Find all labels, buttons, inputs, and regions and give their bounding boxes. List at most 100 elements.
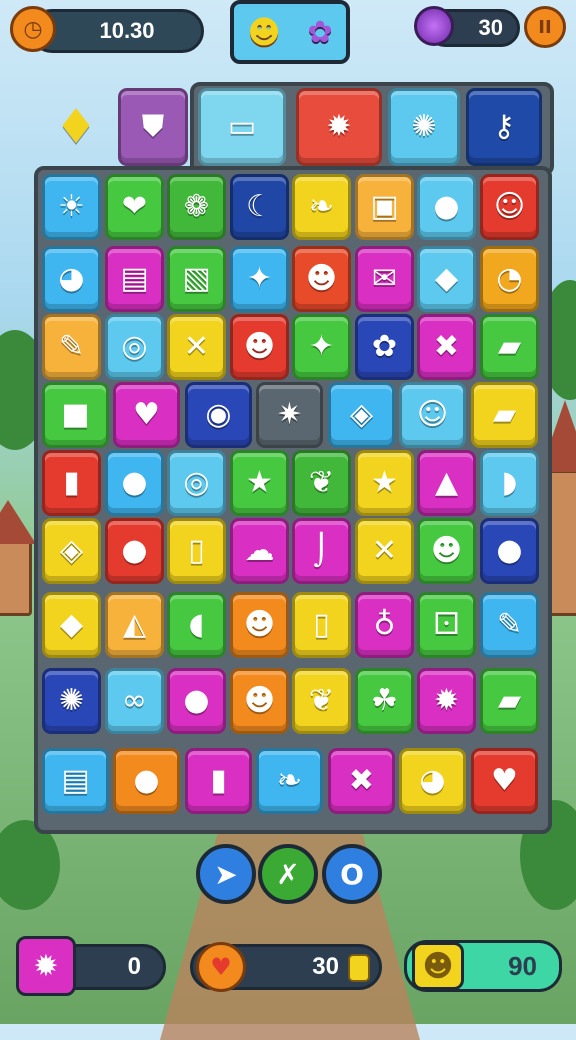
tile-r6c6[interactable]: ⚀ [417,592,476,658]
picture-icon: ▧ [182,261,211,296]
tile-r5c3[interactable]: ☁ [230,518,289,584]
tile-r7c2[interactable]: ● [167,668,226,734]
tile-r1c4[interactable]: ☻ [292,246,351,312]
tile-r6c2[interactable]: ◖ [167,592,226,658]
tile-goal-0[interactable]: ♦ [48,88,104,166]
tile-r2c7[interactable]: ▰ [480,314,539,380]
tile-goal-4[interactable]: ✺ [388,88,460,166]
settings-button[interactable]: ✹ [16,936,76,996]
tile-r0c0[interactable]: ☀ [42,174,101,240]
tile-r2c2[interactable]: ✕ [167,314,226,380]
tile-r1c1[interactable]: ▤ [105,246,164,312]
tile-r3c4[interactable]: ◈ [328,382,395,448]
tile-r5c7[interactable]: ● [480,518,539,584]
tile-goal-5[interactable]: ⚷ [466,88,542,166]
tile-r7c1[interactable]: ∞ [105,668,164,734]
tile-r3c5[interactable]: ☺ [399,382,466,448]
tile-r7c4[interactable]: ❦ [292,668,351,734]
powerup-button-1[interactable]: ✗ [258,844,318,904]
bottom-center-badge [348,954,370,982]
ring-icon: ◎ [121,329,148,364]
tile-r8c0[interactable]: ▤ [42,748,109,814]
tile-r8c5[interactable]: ◕ [399,748,466,814]
book-icon: ▤ [120,261,149,296]
purple-creature-icon: ✿ [307,14,333,50]
tile-r0c2[interactable]: ❁ [167,174,226,240]
tile-r0c3[interactable]: ☾ [230,174,289,240]
tile-r1c2[interactable]: ▧ [167,246,226,312]
tile-r2c3[interactable]: ☻ [230,314,289,380]
shield-heart-button[interactable]: ♥ [196,942,246,992]
leaf-heart-icon: ❤ [121,189,148,224]
tile-r6c5[interactable]: ♁ [355,592,414,658]
powerup-button-0[interactable]: ➤ [196,844,256,904]
tile-r7c0[interactable]: ✺ [42,668,101,734]
tile-r1c7[interactable]: ◔ [480,246,539,312]
bottle-icon: ▰ [497,329,522,364]
powerup-button-2[interactable]: O [322,844,382,904]
tile-r4c5[interactable]: ★ [355,450,414,516]
tile-r5c0[interactable]: ◈ [42,518,101,584]
tile-r7c6[interactable]: ✹ [417,668,476,734]
center-objective-panel[interactable]: ☻ ✿ [230,0,350,64]
tile-r0c4[interactable]: ❧ [292,174,351,240]
tile-r8c2[interactable]: ▮ [185,748,252,814]
tile-r2c0[interactable]: ✎ [42,314,101,380]
tile-r7c3[interactable]: ☻ [230,668,289,734]
tile-r3c6[interactable]: ▰ [471,382,538,448]
tile-r5c1[interactable]: ● [105,518,164,584]
tile-goal-2[interactable]: ▭ [198,88,286,166]
tile-r1c6[interactable]: ◆ [417,246,476,312]
tile-r4c1[interactable]: ● [105,450,164,516]
tile-r3c2[interactable]: ◉ [185,382,252,448]
tile-r7c5[interactable]: ☘ [355,668,414,734]
tag-icon: ◖ [188,607,205,642]
envelope-icon: ✉ [371,261,398,296]
tile-r3c3[interactable]: ✷ [256,382,323,448]
tile-r4c3[interactable]: ★ [230,450,289,516]
tile-r3c0[interactable]: ■ [42,382,109,448]
tile-r8c4[interactable]: ✖ [328,748,395,814]
paw-icon: ❦ [308,465,335,500]
tile-r1c3[interactable]: ✦ [230,246,289,312]
tile-r2c1[interactable]: ◎ [105,314,164,380]
tile-r4c6[interactable]: ▲ [417,450,476,516]
tile-r5c5[interactable]: ✕ [355,518,414,584]
tile-r5c4[interactable]: ⌡ [292,518,351,584]
tile-r6c4[interactable]: ▯ [292,592,351,658]
tile-r6c1[interactable]: ◭ [105,592,164,658]
pause-button[interactable]: II [524,6,566,48]
tile-goal-1[interactable]: ⛊ [118,88,188,166]
tile-r8c6[interactable]: ♥ [471,748,538,814]
cheese-icon: ◭ [122,607,147,642]
tile-r4c2[interactable]: ◎ [167,450,226,516]
tile-r2c5[interactable]: ✿ [355,314,414,380]
tile-r2c6[interactable]: ✖ [417,314,476,380]
tile-r5c2[interactable]: ▯ [167,518,226,584]
devil-face-icon: ☻ [243,329,276,364]
tile-r7c7[interactable]: ▰ [480,668,539,734]
tile-r6c3[interactable]: ☻ [230,592,289,658]
tile-r8c3[interactable]: ❧ [256,748,323,814]
tile-r1c0[interactable]: ◕ [42,246,101,312]
tile-r0c6[interactable]: ● [417,174,476,240]
tile-r0c5[interactable]: ▣ [355,174,414,240]
tile-r6c7[interactable]: ✎ [480,592,539,658]
tile-r5c6[interactable]: ☻ [417,518,476,584]
tile-r0c7[interactable]: ☺ [480,174,539,240]
red-cube-icon: ■ [61,397,90,432]
tile-goal-3[interactable]: ✹ [296,88,382,166]
turtle-icon: ◕ [58,261,85,296]
tile-r8c1[interactable]: ● [113,748,180,814]
hook-icon: ⌡ [313,533,330,568]
tile-r6c0[interactable]: ◆ [42,592,101,658]
tile-r3c1[interactable]: ♥ [113,382,180,448]
tile-r4c4[interactable]: ❦ [292,450,351,516]
tile-r1c5[interactable]: ✉ [355,246,414,312]
tile-r0c1[interactable]: ❤ [105,174,164,240]
face-ticket-button[interactable]: ☻ [412,942,464,990]
tile-r4c0[interactable]: ▮ [42,450,101,516]
tile-r2c4[interactable]: ✦ [292,314,351,380]
tile-r4c7[interactable]: ◗ [480,450,539,516]
purple-block-icon: ◆ [434,261,459,296]
